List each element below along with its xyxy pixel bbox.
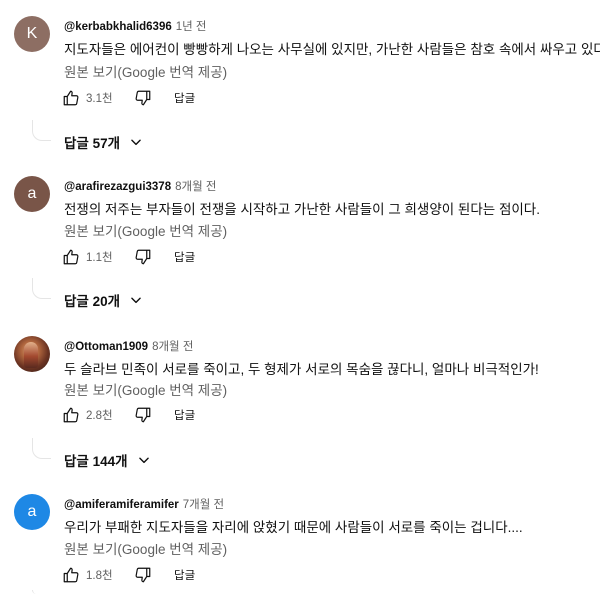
chevron-down-icon	[129, 293, 143, 307]
comment-actions: 1.1천 답글	[60, 245, 195, 269]
avatar-letter: a	[27, 185, 37, 202]
avatar-letter: a	[27, 503, 37, 520]
comment-thread: K @kerbabkhalid6396 1년 전 지도자들은 에어컨이 빵빵하게 …	[0, 0, 600, 160]
thumbs-down-icon	[135, 567, 151, 583]
like-button[interactable]	[60, 404, 82, 426]
comment-text: 전쟁의 저주는 부자들이 전쟁을 시작하고 가난한 사람들이 그 희생양이 된다…	[64, 202, 540, 217]
translate-link[interactable]: 원본 보기(Google 번역 제공)	[64, 379, 227, 399]
thumbs-up-icon	[63, 407, 79, 423]
comment-actions: 2.8천 답글	[60, 403, 195, 427]
comment-text: 우리가 부패한 지도자들을 자리에 앉혔기 때문에 사람들이 서로를 죽이는 겁…	[64, 520, 523, 535]
thumbs-down-icon	[135, 407, 151, 423]
comment-time[interactable]: 8개월 전	[175, 181, 216, 193]
replies-toggle[interactable]: 답글 20개	[64, 288, 143, 312]
reply-button[interactable]: 답글	[174, 90, 195, 106]
like-button[interactable]	[60, 564, 82, 586]
translate-link[interactable]: 원본 보기(Google 번역 제공)	[64, 220, 227, 240]
thumbs-down-icon	[135, 90, 151, 106]
avatar[interactable]: K	[14, 16, 50, 52]
like-count: 1.1천	[86, 252, 113, 264]
chevron-down-icon	[129, 135, 143, 149]
dislike-button[interactable]	[132, 246, 154, 268]
comment-text: 두 슬라브 민족이 서로를 죽이고, 두 형제가 서로의 목숨을 끊다니, 얼마…	[64, 362, 539, 377]
comments-section: K @kerbabkhalid6396 1년 전 지도자들은 에어컨이 빵빵하게 …	[0, 0, 600, 594]
comment-header: @arafirezazgui3378 8개월 전	[64, 178, 216, 194]
comment-time[interactable]: 7개월 전	[183, 499, 224, 511]
translate-link[interactable]: 원본 보기(Google 번역 제공)	[64, 61, 227, 81]
dislike-button[interactable]	[132, 564, 154, 586]
comment-time[interactable]: 1년 전	[176, 21, 207, 33]
like-count: 2.8천	[86, 410, 113, 422]
dislike-button[interactable]	[132, 87, 154, 109]
thumbs-up-icon	[63, 90, 79, 106]
comment-author[interactable]: @Ottoman1909	[64, 341, 148, 353]
translate-link[interactable]: 원본 보기(Google 번역 제공)	[64, 538, 227, 558]
thumbs-down-icon	[135, 249, 151, 265]
comment-thread: a @amiferamiferamifer 7개월 전 우리가 부패한 지도자들을…	[0, 480, 600, 594]
comment-text: 지도자들은 에어컨이 빵빵하게 나오는 사무실에 있지만, 가난한 사람들은 참…	[64, 42, 600, 57]
replies-toggle[interactable]: 답글 144개	[64, 448, 151, 472]
avatar-letter: K	[26, 25, 38, 42]
avatar[interactable]	[14, 336, 50, 372]
thread-connector	[32, 120, 51, 141]
comment-author[interactable]: @kerbabkhalid6396	[64, 21, 172, 33]
replies-count: 답글 20개	[64, 294, 121, 309]
like-count: 1.8천	[86, 570, 113, 582]
chevron-down-icon	[137, 453, 151, 467]
comment-actions: 1.8천 답글	[60, 563, 195, 587]
thread-connector	[32, 590, 51, 594]
like-button[interactable]	[60, 246, 82, 268]
reply-button[interactable]: 답글	[174, 407, 195, 423]
thread-connector	[32, 438, 51, 459]
comment-author[interactable]: @amiferamiferamifer	[64, 499, 179, 511]
thread-connector	[32, 278, 51, 299]
dislike-button[interactable]	[132, 404, 154, 426]
like-button[interactable]	[60, 87, 82, 109]
comment-header: @amiferamiferamifer 7개월 전	[64, 496, 224, 512]
thumbs-up-icon	[63, 249, 79, 265]
replies-toggle[interactable]: 답글 57개	[64, 130, 143, 154]
comment-time[interactable]: 8개월 전	[152, 341, 193, 353]
reply-button[interactable]: 답글	[174, 249, 195, 265]
replies-count: 답글 57개	[64, 136, 121, 151]
thumbs-up-icon	[63, 567, 79, 583]
comment-thread: a @arafirezazgui3378 8개월 전 전쟁의 저주는 부자들이 전…	[0, 160, 600, 320]
avatar[interactable]: a	[14, 494, 50, 530]
avatar-photo-figure	[24, 342, 38, 368]
comment-thread: @Ottoman1909 8개월 전 두 슬라브 민족이 서로를 죽이고, 두 형…	[0, 320, 600, 480]
reply-button[interactable]: 답글	[174, 567, 195, 583]
comment-actions: 3.1천 답글	[60, 86, 195, 110]
comment-header: @kerbabkhalid6396 1년 전	[64, 18, 207, 34]
comment-author[interactable]: @arafirezazgui3378	[64, 181, 171, 193]
comment-header: @Ottoman1909 8개월 전	[64, 338, 193, 354]
like-count: 3.1천	[86, 93, 113, 105]
avatar[interactable]: a	[14, 176, 50, 212]
replies-count: 답글 144개	[64, 454, 128, 469]
